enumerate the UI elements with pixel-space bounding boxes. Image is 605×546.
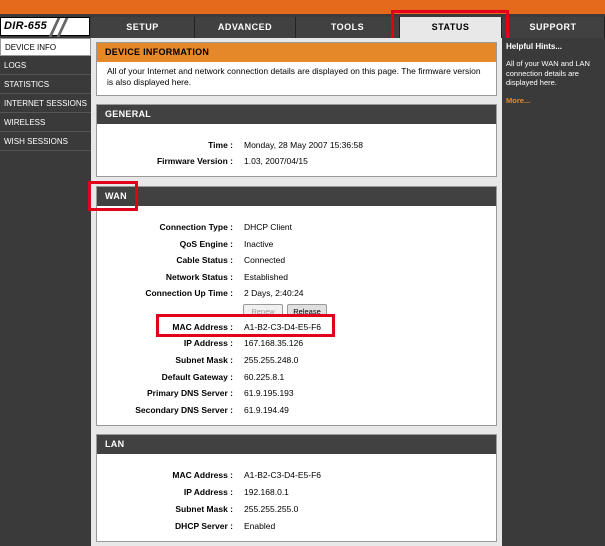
tab-setup[interactable]: SETUP (91, 17, 195, 38)
sidebar-item-wish-sessions[interactable]: WISH SESSIONS (0, 133, 91, 151)
device-info-description: All of your Internet and network connect… (107, 66, 481, 87)
general-section: GENERAL Time : Monday, 28 May 2007 15:36… (96, 104, 497, 177)
wan-row-ip-address: IP Address : 167.168.35.126 (97, 336, 496, 350)
row-value: Enabled (244, 521, 276, 531)
wan-row-connection-up-time: Connection Up Time : 2 Days, 2:40:24 (97, 286, 496, 300)
section-title: DEVICE INFORMATION (97, 43, 496, 62)
top-accent-strip (0, 0, 605, 14)
section-title: GENERAL (97, 105, 496, 124)
wan-section: WAN Connection Type : DHCP Client QoS En… (96, 186, 497, 426)
row-value: 255.255.248.0 (244, 355, 299, 365)
highlight-wan-heading (88, 181, 138, 211)
tab-tools[interactable]: TOOLS (296, 17, 400, 38)
hints-more-link[interactable]: More... (506, 96, 530, 105)
row-value: DHCP Client (244, 222, 293, 232)
row-label: IP Address : (183, 338, 233, 348)
row-value: 2 Days, 2:40:24 (244, 288, 304, 298)
row-value: Established (244, 272, 288, 282)
hints-body: All of your WAN and LAN connection detai… (506, 59, 590, 87)
row-value: A1-B2-C3-D4-E5-F6 (244, 470, 321, 480)
row-value: 1.03, 2007/04/15 (244, 156, 308, 166)
row-value: 61.9.195.193 (244, 388, 294, 398)
row-label: Default Gateway : (161, 372, 233, 382)
row-label: Network Status : (165, 272, 233, 282)
lan-row-ip-address: IP Address : 192.168.0.1 (97, 485, 496, 499)
row-value: Monday, 28 May 2007 15:36:58 (244, 140, 363, 150)
row-value: 60.225.8.1 (244, 372, 285, 382)
section-title: WAN (97, 187, 496, 206)
row-label: Subnet Mask : (175, 355, 233, 365)
sidebar-item-device-info[interactable]: DEVICE INFO (0, 38, 91, 56)
sidebar-item-wireless[interactable]: WIRELESS (0, 114, 91, 132)
lan-section: LAN MAC Address : A1-B2-C3-D4-E5-F6 IP A… (96, 434, 497, 542)
row-value: 61.9.194.49 (244, 405, 289, 415)
lan-row-dhcp-server: DHCP Server : Enabled (97, 519, 496, 533)
device-info-section: DEVICE INFORMATION All of your Internet … (96, 42, 497, 96)
row-label: IP Address : (183, 487, 233, 497)
sidebar-item-internet-sessions[interactable]: INTERNET SESSIONS (0, 95, 91, 113)
row-label: Secondary DNS Server : (135, 405, 233, 415)
logo-text: DIR-655 (4, 20, 48, 32)
wan-row-default-gateway: Default Gateway : 60.225.8.1 (97, 370, 496, 384)
highlight-wan-mac-address (156, 314, 335, 337)
row-label: DHCP Server : (175, 521, 233, 531)
row-value: 167.168.35.126 (244, 338, 304, 348)
row-label: Connection Up Time : (145, 288, 233, 298)
row-label: Firmware Version : (156, 156, 233, 166)
tab-advanced[interactable]: ADVANCED (195, 17, 296, 38)
row-label: Connection Type : (159, 222, 233, 232)
row-value: Inactive (244, 239, 274, 249)
wan-row-network-status: Network Status : Established (97, 270, 496, 284)
row-value: 192.168.0.1 (244, 487, 289, 497)
row-label: Cable Status : (176, 255, 233, 265)
tab-support[interactable]: SUPPORT (502, 17, 605, 38)
row-value: Connected (244, 255, 286, 265)
wan-row-connection-type: Connection Type : DHCP Client (97, 220, 496, 234)
row-label: MAC Address : (172, 470, 233, 480)
wan-row-secondary-dns: Secondary DNS Server : 61.9.194.49 (97, 403, 496, 417)
row-label: Subnet Mask : (175, 504, 233, 514)
row-label: Time : (208, 140, 233, 150)
logo: DIR-655 (0, 17, 90, 37)
sidebar-item-statistics[interactable]: STATISTICS (0, 76, 91, 94)
general-row-time: Time : Monday, 28 May 2007 15:36:58 (97, 138, 496, 152)
general-row-firmware: Firmware Version : 1.03, 2007/04/15 (97, 154, 496, 168)
lan-row-mac-address: MAC Address : A1-B2-C3-D4-E5-F6 (97, 468, 496, 482)
hints-title: Helpful Hints... (506, 42, 562, 51)
wan-row-subnet-mask: Subnet Mask : 255.255.248.0 (97, 353, 496, 367)
lan-row-subnet-mask: Subnet Mask : 255.255.255.0 (97, 502, 496, 516)
section-title: LAN (97, 435, 496, 454)
helpful-hints-panel: Helpful Hints... All of your WAN and LAN… (502, 38, 605, 546)
row-label: Primary DNS Server : (147, 388, 233, 398)
row-value: 255.255.255.0 (244, 504, 299, 514)
sidebar-item-logs[interactable]: LOGS (0, 57, 91, 75)
wan-row-qos-engine: QoS Engine : Inactive (97, 237, 496, 251)
wan-row-primary-dns: Primary DNS Server : 61.9.195.193 (97, 386, 496, 400)
row-label: QoS Engine : (179, 239, 233, 249)
wan-row-cable-status: Cable Status : Connected (97, 253, 496, 267)
